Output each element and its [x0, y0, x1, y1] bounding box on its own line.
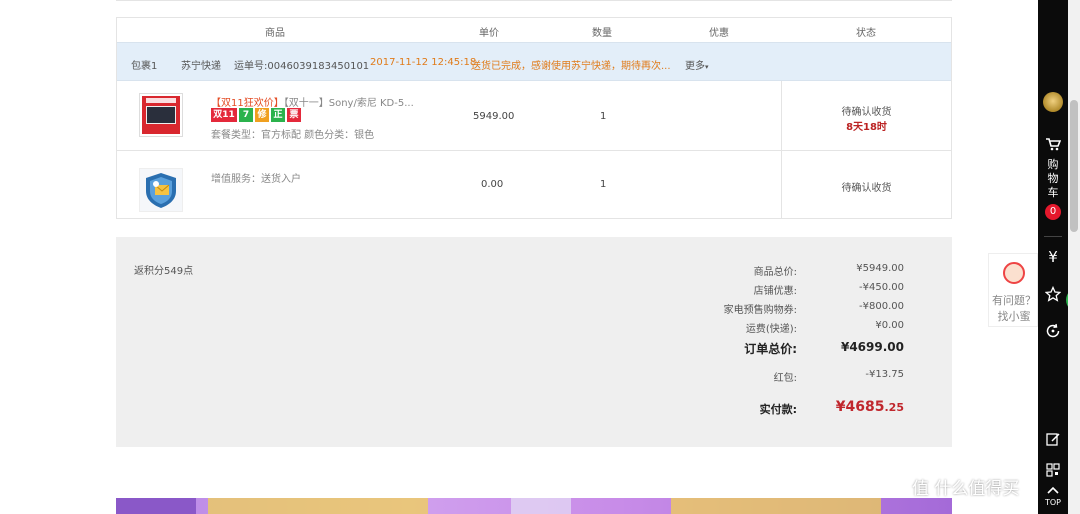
cart-count-badge: 0	[1045, 204, 1061, 220]
voucher-label: 家电预售购物券:	[723, 305, 797, 316]
header-product: 商品	[265, 28, 285, 39]
table-header: 商品 单价 数量 优惠 状态	[117, 18, 951, 42]
helper-line1: 有问题？	[992, 294, 1036, 307]
item-quantity: 1	[600, 179, 607, 190]
item-price: 5949.00	[473, 111, 515, 122]
chevron-down-icon: ▾	[705, 63, 709, 71]
status-cell: 待确认收货 8天18时	[781, 81, 951, 150]
cart-button[interactable]	[1038, 137, 1068, 154]
status-cell: 待确认收货	[781, 151, 951, 218]
order-table: 商品 单价 数量 优惠 状态 包裹1 苏宁快递 运单号:004603918345…	[116, 17, 952, 219]
red-packet-label: 红包:	[773, 373, 797, 384]
item-quantity: 1	[600, 111, 607, 122]
history-button[interactable]	[1038, 323, 1068, 342]
table-row: 增值服务：送货入户 0.00 1 待确认收货	[117, 151, 951, 218]
edit-icon	[1046, 433, 1060, 446]
product-spec: 套餐类型：官方标配 颜色分类：银色	[211, 130, 375, 141]
order-total-label: 订单总价:	[744, 342, 797, 356]
product-title: 【双十一】Sony/索尼 KD-5...	[283, 98, 414, 109]
package-name: 包裹1	[131, 61, 158, 72]
paid-label: 实付款:	[759, 403, 797, 416]
banner-product-image	[511, 498, 571, 514]
promo-banner[interactable]	[116, 498, 952, 514]
banner-slogan	[671, 498, 881, 514]
product-thumbnail[interactable]	[139, 93, 183, 137]
delivery-time: 2017-11-12 12:45:18	[370, 57, 477, 68]
item-status: 待确认收货	[841, 183, 892, 194]
helper-line2: 找小蜜	[997, 310, 1031, 323]
header-unit-price: 单价	[479, 28, 499, 39]
item-price: 0.00	[481, 179, 504, 190]
top-label[interactable]: TOP	[1038, 498, 1068, 507]
store-discount-value: -¥450.00	[859, 282, 904, 293]
red-packet-value: -¥13.75	[865, 369, 904, 380]
badge-double11: 双11	[211, 108, 237, 122]
package-carrier: 苏宁快递	[181, 61, 221, 72]
qrcode-button[interactable]	[1038, 463, 1068, 480]
user-avatar[interactable]	[1043, 92, 1063, 112]
feedback-button[interactable]	[1038, 432, 1068, 449]
badge-genuine: 正	[271, 108, 285, 122]
badge-invoice: 票	[287, 108, 301, 122]
tracking-number: 运单号:0046039183450101	[234, 61, 370, 72]
shipping-value: ¥0.00	[875, 320, 904, 331]
badge-7day-return: 7	[239, 108, 253, 122]
order-total-value: ¥4699.00	[840, 340, 904, 354]
arrow-up-icon	[1047, 486, 1059, 494]
store-discount-label: 店铺优惠:	[753, 286, 797, 297]
cart-char-3[interactable]: 车	[1038, 184, 1068, 200]
header-discount: 优惠	[709, 28, 729, 39]
service-title: 增值服务：送货入户	[211, 174, 301, 185]
currency-icon[interactable]: ¥	[1038, 248, 1068, 266]
customer-service-widget[interactable]: 有问题？ 找小蜜	[988, 253, 1038, 327]
tv-screen	[146, 106, 176, 124]
delivery-message: 送货已完成，感谢使用苏宁快递，期待再次...	[471, 61, 671, 72]
paid-amount: ¥4685.25	[836, 399, 904, 415]
subtotal-label: 商品总价:	[753, 267, 797, 278]
banner-headline	[208, 498, 428, 514]
star-icon	[1044, 285, 1062, 302]
reward-points: 返积分549点	[134, 266, 194, 277]
item-status: 待确认收货	[841, 107, 892, 118]
watermark: 值 什么值得买	[912, 479, 1020, 499]
more-label: 更多	[685, 61, 705, 72]
order-summary: 返积分549点 商品总价: ¥5949.00 店铺优惠: -¥450.00 家电…	[116, 237, 952, 447]
favorites-button[interactable]	[1038, 285, 1068, 305]
table-top-border	[116, 0, 952, 1]
mascot-icon	[1003, 262, 1025, 284]
package-bar: 包裹1 苏宁快递 运单号:0046039183450101 2017-11-12…	[117, 42, 951, 81]
voucher-value: -¥800.00	[859, 301, 904, 312]
more-dropdown[interactable]: 更多▾	[685, 57, 709, 72]
cart-icon	[1046, 138, 1062, 151]
paid-integer: ¥4685	[835, 399, 885, 415]
header-status: 状态	[856, 28, 876, 39]
history-icon	[1046, 323, 1060, 338]
back-to-top-button[interactable]	[1038, 484, 1068, 499]
right-toolbar: 购 物 车 0 ¥ TOP	[1038, 0, 1068, 514]
badge-repair: 修	[255, 108, 269, 122]
paid-decimal: .25	[884, 401, 905, 414]
scrollbar-thumb[interactable]	[1070, 100, 1078, 232]
divider	[1044, 236, 1062, 237]
subtotal-value: ¥5949.00	[856, 263, 904, 274]
scrollbar[interactable]	[1068, 0, 1080, 514]
product-title-link[interactable]: 【双11狂欢价】【双十一】Sony/索尼 KD-5...	[211, 94, 414, 109]
shipping-label: 运费(快递):	[745, 324, 797, 335]
confirm-countdown: 8天18时	[846, 122, 887, 133]
header-quantity: 数量	[592, 28, 612, 39]
table-row: 【双11狂欢价】【双十一】Sony/索尼 KD-5... 双11 7 修 正 票…	[117, 81, 951, 151]
qrcode-icon	[1046, 463, 1060, 477]
service-thumbnail	[139, 168, 183, 212]
banner-logo	[116, 498, 196, 514]
delivery-service-icon	[146, 173, 176, 208]
tv-image-banner	[146, 98, 176, 103]
